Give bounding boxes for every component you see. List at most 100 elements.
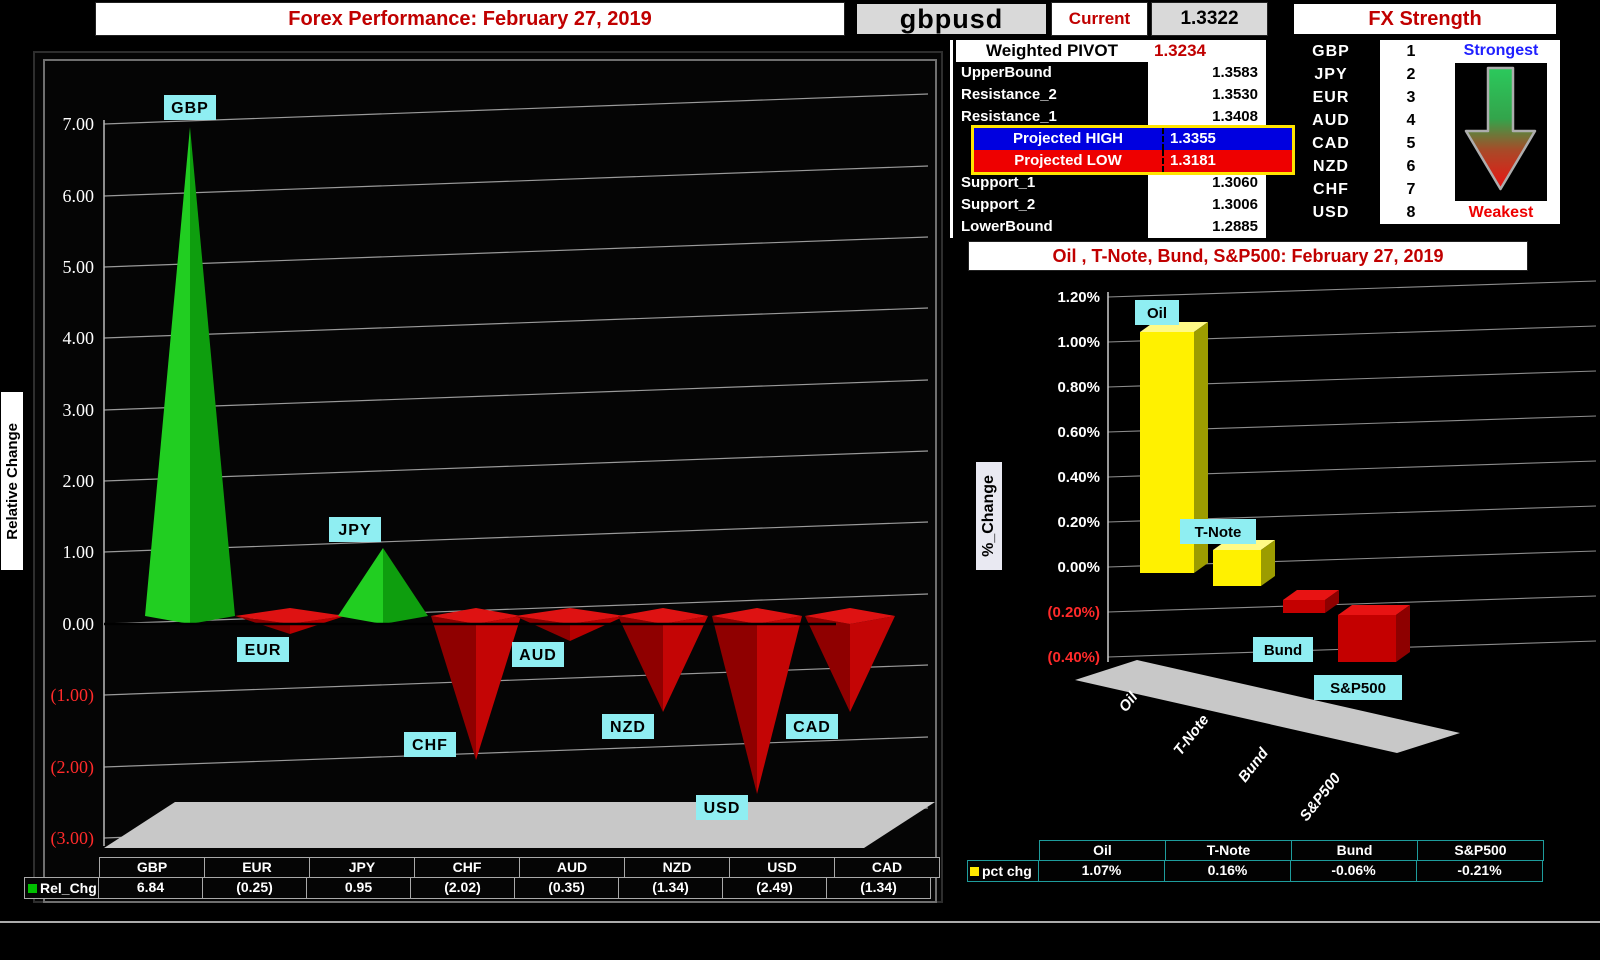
- svg-text:5.00: 5.00: [63, 257, 95, 277]
- dashboard: Forex Performance: February 27, 2019 gbp…: [0, 0, 1600, 960]
- pivot-label: UpperBound: [956, 62, 1148, 84]
- label-sp500: S&P500: [1314, 675, 1402, 700]
- series-legend: Rel_Chg: [24, 877, 99, 899]
- fx-strength-title: FX Strength: [1292, 2, 1558, 36]
- pivot-row-upperbound: UpperBound 1.3583: [956, 62, 1266, 84]
- label-tnote: T-Note: [1180, 519, 1256, 544]
- svg-text:2.00: 2.00: [63, 471, 95, 491]
- label-jpy: JPY: [329, 517, 381, 542]
- fx-ccy: NZD: [1282, 155, 1380, 178]
- pivot-label: Support_1: [956, 172, 1148, 194]
- svg-text:(0.20%): (0.20%): [1047, 604, 1100, 621]
- svg-text:0.00: 0.00: [63, 614, 95, 634]
- col-header: CAD: [834, 857, 940, 878]
- projected-high-label: Projected HIGH: [974, 128, 1162, 150]
- value-cell: (0.25): [202, 877, 307, 899]
- label-cad: CAD: [786, 714, 838, 739]
- value-cell: -0.21%: [1416, 860, 1543, 882]
- series-legend: pct chg: [967, 860, 1039, 882]
- pivot-value: 1.3060: [1148, 172, 1266, 194]
- label-bund: Bund: [1253, 637, 1313, 662]
- macro-bar-chart[interactable]: 1.20% 1.00% 0.80% 0.60% 0.40% 0.20% 0.00…: [952, 270, 1600, 822]
- forex-table-values: Rel_Chg 6.84 (0.25) 0.95 (2.02) (0.35) (…: [25, 877, 940, 899]
- fx-rank: 1: [1380, 40, 1442, 63]
- svg-text:T-Note: T-Note: [1170, 712, 1212, 759]
- svg-text:(1.00): (1.00): [51, 685, 95, 706]
- col-header: AUD: [519, 857, 625, 878]
- macro-table-values: pct chg 1.07% 0.16% -0.06% -0.21%: [968, 860, 1548, 882]
- fx-rank: 7: [1380, 178, 1442, 201]
- pivot-label: Support_2: [956, 194, 1148, 216]
- fx-rank: 5: [1380, 132, 1442, 155]
- legend-swatch-icon: [28, 884, 37, 893]
- value-cell: (1.34): [826, 877, 931, 899]
- weakest-label: Weakest: [1442, 202, 1560, 224]
- pivot-value: 1.3583: [1148, 62, 1266, 84]
- col-header: Bund: [1291, 840, 1418, 861]
- legend-swatch-icon: [970, 867, 979, 876]
- col-header: USD: [729, 857, 835, 878]
- pivot-row-support1: Support_1 1.3060: [956, 172, 1266, 194]
- fx-rank: 6: [1380, 155, 1442, 178]
- pivot-row-weighted: Weighted PIVOT 1.3234: [956, 40, 1266, 62]
- current-price: 1.3322: [1151, 2, 1268, 36]
- strength-arrow-box: [1455, 63, 1547, 201]
- panel-divider: [950, 40, 953, 238]
- fx-strength-panel: GBP JPY EUR AUD CAD NZD CHF USD 1 2 3 4 …: [1282, 40, 1560, 224]
- y-tick-labels: 1.20% 1.00% 0.80% 0.60% 0.40% 0.20% 0.00…: [1047, 289, 1100, 666]
- label-usd: USD: [696, 795, 748, 820]
- series-name: pct chg: [982, 862, 1032, 881]
- col-header: S&P500: [1417, 840, 1544, 861]
- col-header: T-Note: [1165, 840, 1292, 861]
- current-label: Current: [1051, 2, 1148, 36]
- col-header: JPY: [309, 857, 415, 878]
- value-cell: 0.16%: [1164, 860, 1291, 882]
- svg-text:0.60%: 0.60%: [1057, 424, 1100, 441]
- projected-high-value: 1.3355: [1162, 128, 1292, 150]
- svg-text:(0.40%): (0.40%): [1047, 649, 1100, 666]
- col-header: GBP: [99, 857, 205, 878]
- projected-low-row: Projected LOW 1.3181: [974, 150, 1292, 172]
- projected-range-group: Projected HIGH 1.3355 Projected LOW 1.31…: [971, 125, 1295, 175]
- fx-rank: 3: [1380, 86, 1442, 109]
- fx-ccy: EUR: [1282, 86, 1380, 109]
- forex-table-header: GBP EUR JPY CHF AUD NZD USD CAD: [100, 857, 940, 878]
- svg-text:CAD: CAD: [793, 719, 831, 736]
- fx-rank-column: 1 2 3 4 5 6 7 8: [1380, 40, 1442, 224]
- label-oil: Oil: [1135, 300, 1179, 325]
- pivot-label: Resistance_2: [956, 84, 1148, 106]
- value-cell: (1.34): [618, 877, 723, 899]
- forex-pyramid-chart[interactable]: 7.00 6.00 5.00 4.00 3.00 2.00 1.00 0.00 …: [30, 48, 946, 908]
- pivot-label: LowerBound: [956, 216, 1148, 238]
- fx-rank: 4: [1380, 109, 1442, 132]
- svg-text:1.00%: 1.00%: [1057, 334, 1100, 351]
- svg-text:T-Note: T-Note: [1195, 524, 1242, 541]
- label-nzd: NZD: [602, 714, 654, 739]
- pivot-row-lowerbound: LowerBound 1.2885: [956, 216, 1266, 238]
- svg-text:(3.00): (3.00): [51, 828, 95, 849]
- value-cell: 6.84: [98, 877, 203, 899]
- pivot-row-resistance2: Resistance_2 1.3530: [956, 84, 1266, 106]
- svg-text:Bund: Bund: [1235, 744, 1273, 785]
- bar-bund: [1283, 590, 1339, 613]
- label-eur: EUR: [237, 637, 289, 662]
- fx-ccy: CHF: [1282, 178, 1380, 201]
- value-cell: (0.35): [514, 877, 619, 899]
- right-chart-y-axis-title: %_Change: [976, 462, 1002, 570]
- svg-text:0.40%: 0.40%: [1057, 469, 1100, 486]
- page-title: Forex Performance: February 27, 2019: [95, 2, 845, 36]
- bar-sp500: [1338, 605, 1410, 662]
- right-chart-title: Oil , T-Note, Bund, S&P500: February 27,…: [968, 241, 1528, 271]
- fx-ccy: USD: [1282, 201, 1380, 224]
- projected-low-value: 1.3181: [1162, 150, 1292, 172]
- svg-text:Bund: Bund: [1264, 642, 1302, 659]
- macro-table-header: Oil T-Note Bund S&P500: [1040, 840, 1548, 861]
- svg-text:1.20%: 1.20%: [1057, 289, 1100, 306]
- value-cell: (2.49): [722, 877, 827, 899]
- value-cell: -0.06%: [1290, 860, 1417, 882]
- label-chf: CHF: [404, 732, 456, 757]
- fx-ccy: JPY: [1282, 63, 1380, 86]
- svg-text:7.00: 7.00: [63, 114, 95, 134]
- svg-text:0.20%: 0.20%: [1057, 514, 1100, 531]
- pivot-table: Weighted PIVOT 1.3234 UpperBound 1.3583 …: [956, 40, 1266, 238]
